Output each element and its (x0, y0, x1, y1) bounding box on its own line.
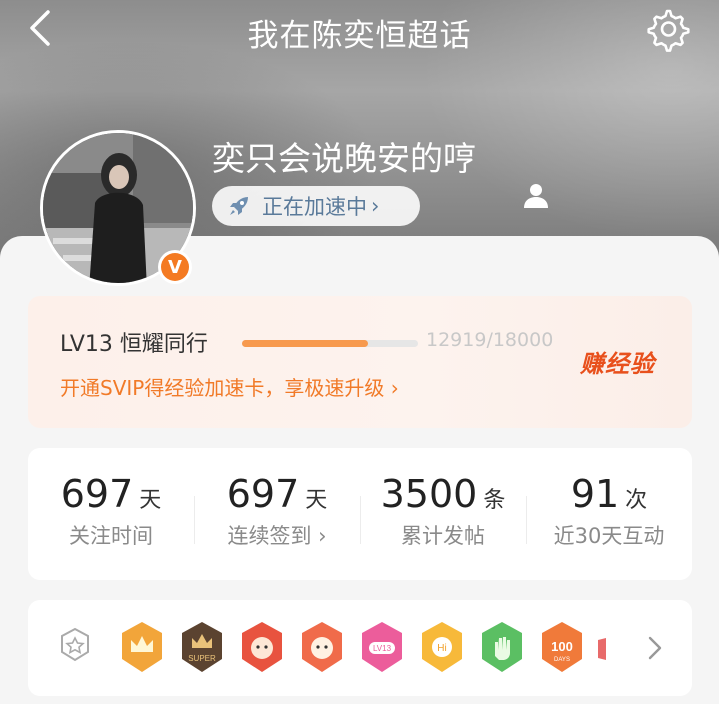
svip-upgrade-link[interactable]: 开通SVIP得经验加速卡，享极速升级 › (60, 372, 399, 401)
badge-crown-orange-icon[interactable] (118, 620, 166, 674)
stat-label: 累计发帖 (401, 524, 485, 548)
stat-checkin[interactable]: 697 天 连续签到 › (194, 472, 360, 550)
badge-cat-orange-icon[interactable] (298, 620, 346, 674)
badges-row[interactable]: SUPER LV13 Hi 100 DAYS (28, 600, 692, 696)
stat-label: 近30天互动 (553, 524, 665, 548)
boost-status-button[interactable]: 正在加速中 › (212, 186, 420, 226)
badge-super-crown-icon[interactable]: SUPER (178, 620, 226, 674)
verified-badge: V (158, 250, 192, 284)
stat-label: 连续签到 › (227, 524, 327, 548)
badge-hi-icon[interactable]: Hi (418, 620, 466, 674)
badges-more-button[interactable] (644, 634, 664, 662)
badge-100-text: 100 (551, 639, 573, 654)
stat-value: 697 (60, 472, 134, 516)
stat-unit: 天 (305, 488, 328, 513)
settings-button[interactable] (643, 5, 691, 53)
badge-partial-icon[interactable] (598, 620, 606, 674)
badge-100-days-icon[interactable]: 100 DAYS (538, 620, 586, 674)
boost-label: 正在加速中 (262, 195, 367, 219)
person-icon[interactable] (520, 180, 552, 212)
rocket-icon (230, 197, 248, 215)
earn-exp-button[interactable]: 赚经验 (580, 344, 655, 379)
stat-label: 关注时间 (69, 524, 153, 548)
stat-value: 91 (570, 472, 620, 516)
stat-unit: 天 (139, 488, 162, 513)
level-progress-fill (242, 340, 369, 347)
chevron-right-icon (648, 636, 662, 660)
level-progress-text: 12919/18000 (426, 329, 554, 351)
stat-unit: 次 (625, 488, 648, 513)
stats-card: 697 天 关注时间 697 天 连续签到 › 3500 条 累计发帖 91 次 近30… (28, 448, 692, 580)
stat-value: 697 (226, 472, 300, 516)
gear-icon (647, 9, 690, 52)
badge-hi-text: Hi (437, 643, 446, 654)
badge-lv13-icon[interactable]: LV13 (358, 620, 406, 674)
stat-interactions: 91 次 近30天互动 (526, 472, 692, 550)
level-label: LV13 恒耀同行 (60, 332, 208, 357)
stat-follow-time: 697 天 关注时间 (28, 472, 194, 550)
badge-lock-icon[interactable] (58, 626, 92, 666)
chevron-right-icon: › (371, 194, 380, 218)
svg-text:DAYS: DAYS (554, 657, 570, 663)
stat-value: 3500 (380, 472, 478, 516)
username: 奕只会说晚安的哼 (212, 139, 476, 178)
page-title: 我在陈奕恒超话 (247, 18, 472, 54)
badge-lv13-text: LV13 (373, 644, 392, 653)
level-card: LV13 恒耀同行 12919/18000 开通SVIP得经验加速卡，享极速升级… (28, 296, 692, 428)
badge-super-text: SUPER (188, 654, 216, 663)
stat-posts: 3500 条 累计发帖 (360, 472, 526, 550)
verified-v-icon: V (161, 253, 189, 281)
badge-cat-red-icon[interactable] (238, 620, 286, 674)
badge-hand-icon[interactable] (478, 620, 526, 674)
level-progress-bar (242, 340, 418, 347)
stat-unit: 条 (483, 488, 506, 513)
